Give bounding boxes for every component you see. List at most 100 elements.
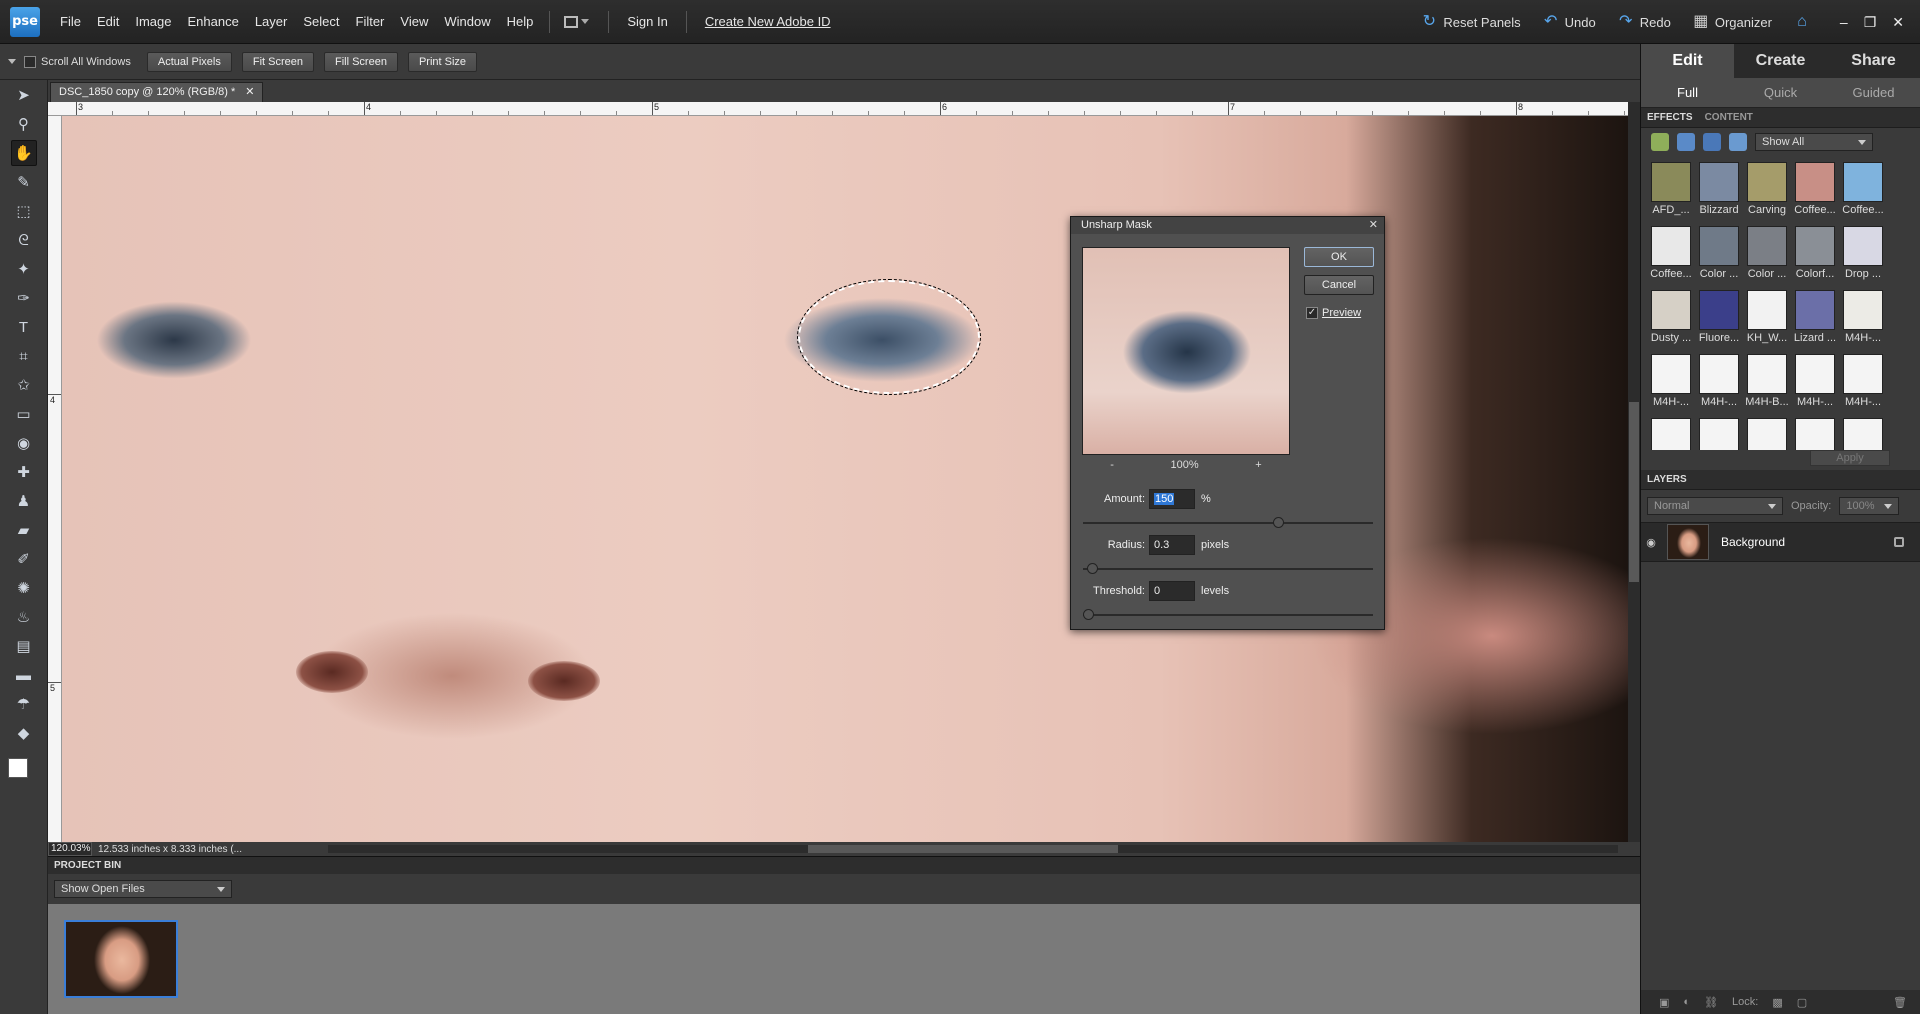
tab-quick[interactable]: Quick [1734, 78, 1827, 107]
marquee-selection[interactable] [797, 279, 981, 395]
home-button[interactable]: ⌂ [1794, 14, 1810, 30]
effect-thumbnail[interactable]: M4H-... [1791, 354, 1839, 418]
effect-thumbnail[interactable]: Coffee... [1647, 226, 1695, 290]
effects-filter-dropdown[interactable]: Show All [1755, 133, 1873, 151]
preview-checkbox[interactable] [1306, 307, 1318, 319]
effect-thumbnail[interactable]: Color ... [1743, 226, 1791, 290]
image-canvas[interactable] [62, 116, 1628, 842]
threshold-input[interactable]: 0 [1149, 581, 1195, 601]
brush-tool-icon[interactable]: ✐ [11, 546, 37, 572]
sponge-tool-icon[interactable]: ◆ [11, 720, 37, 746]
cancel-button[interactable]: Cancel [1304, 275, 1374, 295]
tab-guided[interactable]: Guided [1827, 78, 1920, 107]
effect-thumbnail[interactable]: M4H-B... [1743, 354, 1791, 418]
effect-thumbnail[interactable]: Coffee... [1839, 162, 1887, 226]
radius-slider[interactable] [1083, 563, 1373, 574]
undo-button[interactable]: ↶ Undo [1543, 14, 1596, 30]
fit-screen-button[interactable]: Fit Screen [241, 51, 314, 72]
horizontal-scrollbar[interactable] [328, 845, 1618, 853]
lock-all-icon[interactable]: ▢ [1797, 996, 1807, 1009]
photo-effects-icon[interactable] [1703, 133, 1721, 151]
effect-thumbnail[interactable]: AFD_... [1647, 162, 1695, 226]
clone-stamp-tool-icon[interactable]: ♟ [11, 488, 37, 514]
effect-thumbnail[interactable]: M4H-... [1647, 354, 1695, 418]
effect-thumbnail[interactable] [1695, 418, 1743, 450]
healing-brush-tool-icon[interactable]: ✚ [11, 459, 37, 485]
type-tool-icon[interactable]: T [11, 314, 37, 340]
effect-thumbnail[interactable]: Color ... [1695, 226, 1743, 290]
bin-thumbnail[interactable] [64, 920, 178, 998]
effect-thumbnail[interactable] [1791, 418, 1839, 450]
actions-icon[interactable] [1729, 133, 1747, 151]
tab-edit[interactable]: Edit [1641, 44, 1734, 78]
tab-effects[interactable]: EFFECTS [1647, 112, 1693, 123]
menu-layer[interactable]: Layer [247, 0, 296, 44]
zoom-in-button[interactable]: + [1255, 459, 1261, 471]
adjustment-layer-icon[interactable]: ◐ [1683, 996, 1690, 1008]
gradient-tool-icon[interactable]: ▤ [11, 633, 37, 659]
filter-preview[interactable] [1082, 247, 1290, 455]
layer-styles-icon[interactable] [1677, 133, 1695, 151]
restore-icon[interactable]: ❐ [1864, 14, 1877, 31]
effect-thumbnail[interactable]: M4H-... [1695, 354, 1743, 418]
filters-icon[interactable] [1651, 133, 1669, 151]
effect-thumbnail[interactable] [1647, 418, 1695, 450]
menu-enhance[interactable]: Enhance [180, 0, 247, 44]
amount-slider-knob[interactable] [1273, 517, 1284, 528]
smart-brush-tool-icon[interactable]: ✺ [11, 575, 37, 601]
zoom-tool-icon[interactable]: ⚲ [11, 111, 37, 137]
move-tool-icon[interactable]: ➤ [11, 82, 37, 108]
crop-tool-icon[interactable]: ⌗ [11, 343, 37, 369]
effect-thumbnail[interactable]: Fluore... [1695, 290, 1743, 354]
link-icon[interactable]: ⛓ [1704, 996, 1718, 1009]
color-swatches[interactable] [8, 752, 42, 788]
effect-thumbnail[interactable] [1839, 418, 1887, 450]
close-icon[interactable]: ✕ [245, 83, 254, 102]
red-eye-tool-icon[interactable]: ◉ [11, 430, 37, 456]
redo-button[interactable]: ↷ Redo [1618, 14, 1671, 30]
menu-image[interactable]: Image [127, 0, 179, 44]
blend-mode-dropdown[interactable]: Normal [1647, 497, 1783, 515]
effect-thumbnail[interactable]: KH_W... [1743, 290, 1791, 354]
tool-preset-chevron-icon[interactable] [8, 59, 16, 64]
amount-input[interactable]: 150 [1149, 489, 1195, 509]
scroll-all-checkbox[interactable] [24, 55, 36, 68]
reset-panels-button[interactable]: ↻ Reset Panels [1421, 14, 1521, 30]
menu-window[interactable]: Window [436, 0, 498, 44]
shape-tool-icon[interactable]: ▬ [11, 662, 37, 688]
straighten-tool-icon[interactable]: ▭ [11, 401, 37, 427]
menu-filter[interactable]: Filter [348, 0, 393, 44]
scroll-thumb[interactable] [808, 845, 1118, 853]
effect-thumbnail[interactable]: Lizard ... [1791, 290, 1839, 354]
effect-thumbnail[interactable]: Dusty ... [1647, 290, 1695, 354]
show-files-dropdown[interactable]: Show Open Files [54, 880, 232, 898]
marquee-tool-icon[interactable]: ⬚ [11, 198, 37, 224]
effect-thumbnail[interactable]: M4H-... [1839, 290, 1887, 354]
apply-button[interactable]: Apply [1810, 450, 1890, 466]
tab-create[interactable]: Create [1734, 44, 1827, 78]
quick-selection-tool-icon[interactable]: ✑ [11, 285, 37, 311]
menu-view[interactable]: View [392, 0, 436, 44]
menu-edit[interactable]: Edit [89, 0, 127, 44]
menu-file[interactable]: File [52, 0, 89, 44]
menu-select[interactable]: Select [295, 0, 347, 44]
menu-help[interactable]: Help [499, 0, 542, 44]
eraser-tool-icon[interactable]: ▰ [11, 517, 37, 543]
effect-thumbnail[interactable]: Coffee... [1791, 162, 1839, 226]
minimize-icon[interactable]: – [1840, 14, 1848, 31]
tab-share[interactable]: Share [1827, 44, 1920, 78]
tab-content[interactable]: CONTENT [1705, 112, 1753, 123]
threshold-slider-knob[interactable] [1083, 609, 1094, 620]
eyedropper-tool-icon[interactable]: ✎ [11, 169, 37, 195]
vertical-scrollbar[interactable] [1628, 102, 1640, 842]
magic-wand-tool-icon[interactable]: ✦ [11, 256, 37, 282]
close-icon[interactable]: ✕ [1892, 14, 1904, 31]
blur-tool-icon[interactable]: ☂ [11, 691, 37, 717]
tab-full[interactable]: Full [1641, 78, 1734, 107]
radius-input[interactable]: 0.3 [1149, 535, 1195, 555]
amount-slider[interactable] [1083, 517, 1373, 528]
threshold-slider[interactable] [1083, 609, 1373, 620]
cookie-cutter-tool-icon[interactable]: ✩ [11, 372, 37, 398]
document-info[interactable]: 12.533 inches x 8.333 inches (... [92, 844, 262, 855]
effect-thumbnail[interactable]: Blizzard [1695, 162, 1743, 226]
